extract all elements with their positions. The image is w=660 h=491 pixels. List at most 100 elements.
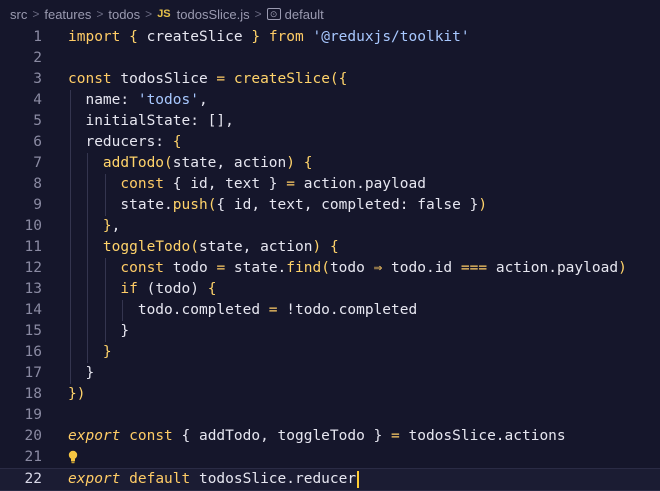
code-token: = [391, 428, 400, 444]
code-text: } [68, 342, 112, 363]
code-token: action.payload [487, 260, 619, 276]
code-line[interactable]: 14 todo.completed = !todo.completed [0, 300, 660, 321]
symbol-variable-icon: ⊙ [266, 8, 281, 20]
code-text: }) [68, 384, 85, 405]
code-line[interactable]: 9 state.push({ id, text, completed: fals… [0, 195, 660, 216]
code-text: import { createSlice } from '@reduxjs/to… [68, 27, 470, 48]
code-token: createSlice [233, 71, 330, 87]
line-number: 7 [33, 155, 42, 171]
line-number: 16 [24, 344, 42, 360]
code-token: todo [164, 260, 217, 276]
breadcrumb-todos[interactable]: todos [108, 7, 140, 22]
code-text: const todo = state.find(todo ⇒ todo.id =… [68, 258, 627, 279]
code-token: }) [68, 386, 86, 402]
code-line[interactable]: 22 export default todosSlice.reducer [0, 468, 660, 491]
code-line[interactable]: 13 if (todo) { [0, 279, 660, 300]
code-line[interactable]: 5 initialState: [], [0, 111, 660, 132]
code-token: ({ [329, 71, 348, 87]
code-token: ) [312, 239, 322, 255]
code-token: { addTodo, toggleTodo } [172, 428, 392, 444]
line-number: 20 [24, 428, 42, 444]
code-line[interactable]: 16 } [0, 342, 660, 363]
code-line[interactable]: 7 addTodo(state, action) { [0, 153, 660, 174]
code-token: if [120, 281, 138, 297]
code-token: const [120, 176, 165, 192]
code-area[interactable]: 1 import { createSlice } from '@reduxjs/t… [0, 27, 660, 491]
code-line[interactable]: 12 const todo = state.find(todo ⇒ todo.i… [0, 258, 660, 279]
code-text: initialState: [], [68, 111, 234, 132]
lightbulb-icon[interactable] [68, 450, 78, 464]
code-line[interactable]: 20 export const { addTodo, toggleTodo } =… [0, 426, 660, 447]
code-line[interactable]: 11 toggleTodo(state, action) { [0, 237, 660, 258]
code-line[interactable]: 2 [0, 48, 660, 69]
breadcrumb-file[interactable]: todosSlice.js [177, 7, 250, 22]
code-text: todo.completed = !todo.completed [68, 300, 417, 321]
code-text: export const { addTodo, toggleTodo } = t… [68, 426, 566, 447]
code-token: toggleTodo [102, 239, 191, 255]
code-line[interactable]: 19 [0, 405, 660, 426]
line-number: 9 [33, 197, 42, 213]
code-token: reducers: [68, 134, 173, 150]
code-line[interactable]: 10 }, [0, 216, 660, 237]
code-token: find [286, 260, 322, 276]
code-token: { id, text } [164, 176, 287, 192]
code-line[interactable]: 17 } [0, 363, 660, 384]
breadcrumb-features[interactable]: features [44, 7, 91, 22]
code-token: !todo.completed [277, 302, 418, 318]
code-token: = [216, 260, 226, 276]
code-line[interactable]: 1 import { createSlice } from '@reduxjs/t… [0, 27, 660, 48]
code-token: name: [68, 92, 138, 108]
code-token: 'todos' [137, 92, 199, 108]
code-editor[interactable]: src > features > todos > JS todosSlice.j… [0, 0, 660, 491]
chevron-right-icon: > [32, 7, 40, 21]
code-line[interactable]: 3 const todosSlice = createSlice({ [0, 69, 660, 90]
code-line[interactable]: 4 name: 'todos', [0, 90, 660, 111]
code-token: export [68, 428, 121, 444]
line-number: 4 [33, 92, 42, 108]
code-token: initialState: [], [68, 113, 234, 129]
line-number: 13 [24, 281, 42, 297]
code-token: from [268, 29, 304, 45]
code-token: todosSlice.actions [399, 428, 566, 444]
code-token: ) [618, 260, 627, 276]
code-token: ( [321, 260, 330, 276]
code-token: state. [68, 197, 173, 213]
code-line[interactable]: 6 reducers: { [0, 132, 660, 153]
code-token: } [102, 218, 112, 234]
code-line[interactable]: 18}) [0, 384, 660, 405]
code-token: default [129, 471, 191, 487]
line-number: 1 [33, 29, 42, 45]
breadcrumb-src[interactable]: src [10, 7, 27, 22]
code-text: reducers: { [68, 132, 181, 153]
code-line[interactable]: 21 [0, 447, 660, 468]
line-number: 22 [24, 471, 42, 487]
code-token: } [68, 323, 130, 339]
code-token: ( [190, 239, 199, 255]
breadcrumb-symbol[interactable]: default [285, 7, 324, 22]
line-number: 17 [24, 365, 42, 381]
code-line[interactable]: 15 } [0, 321, 660, 342]
code-text: if (todo) { [68, 279, 216, 300]
line-number: 6 [33, 134, 42, 150]
code-text: toggleTodo(state, action) { [68, 237, 339, 258]
code-token: todosSlice.reducer [190, 471, 357, 487]
code-token: (todo) [137, 281, 208, 297]
line-number: 3 [33, 71, 42, 87]
code-token: ( [164, 155, 173, 171]
code-text: name: 'todos', [68, 90, 207, 111]
code-token: ) [478, 197, 488, 213]
line-number: 11 [24, 239, 42, 255]
line-number: 21 [24, 449, 42, 465]
code-token: const [120, 260, 165, 276]
code-line[interactable]: 8 const { id, text } = action.payload [0, 174, 660, 195]
chevron-right-icon: > [254, 7, 262, 21]
code-token: const [68, 71, 112, 87]
line-number: 19 [24, 407, 42, 423]
